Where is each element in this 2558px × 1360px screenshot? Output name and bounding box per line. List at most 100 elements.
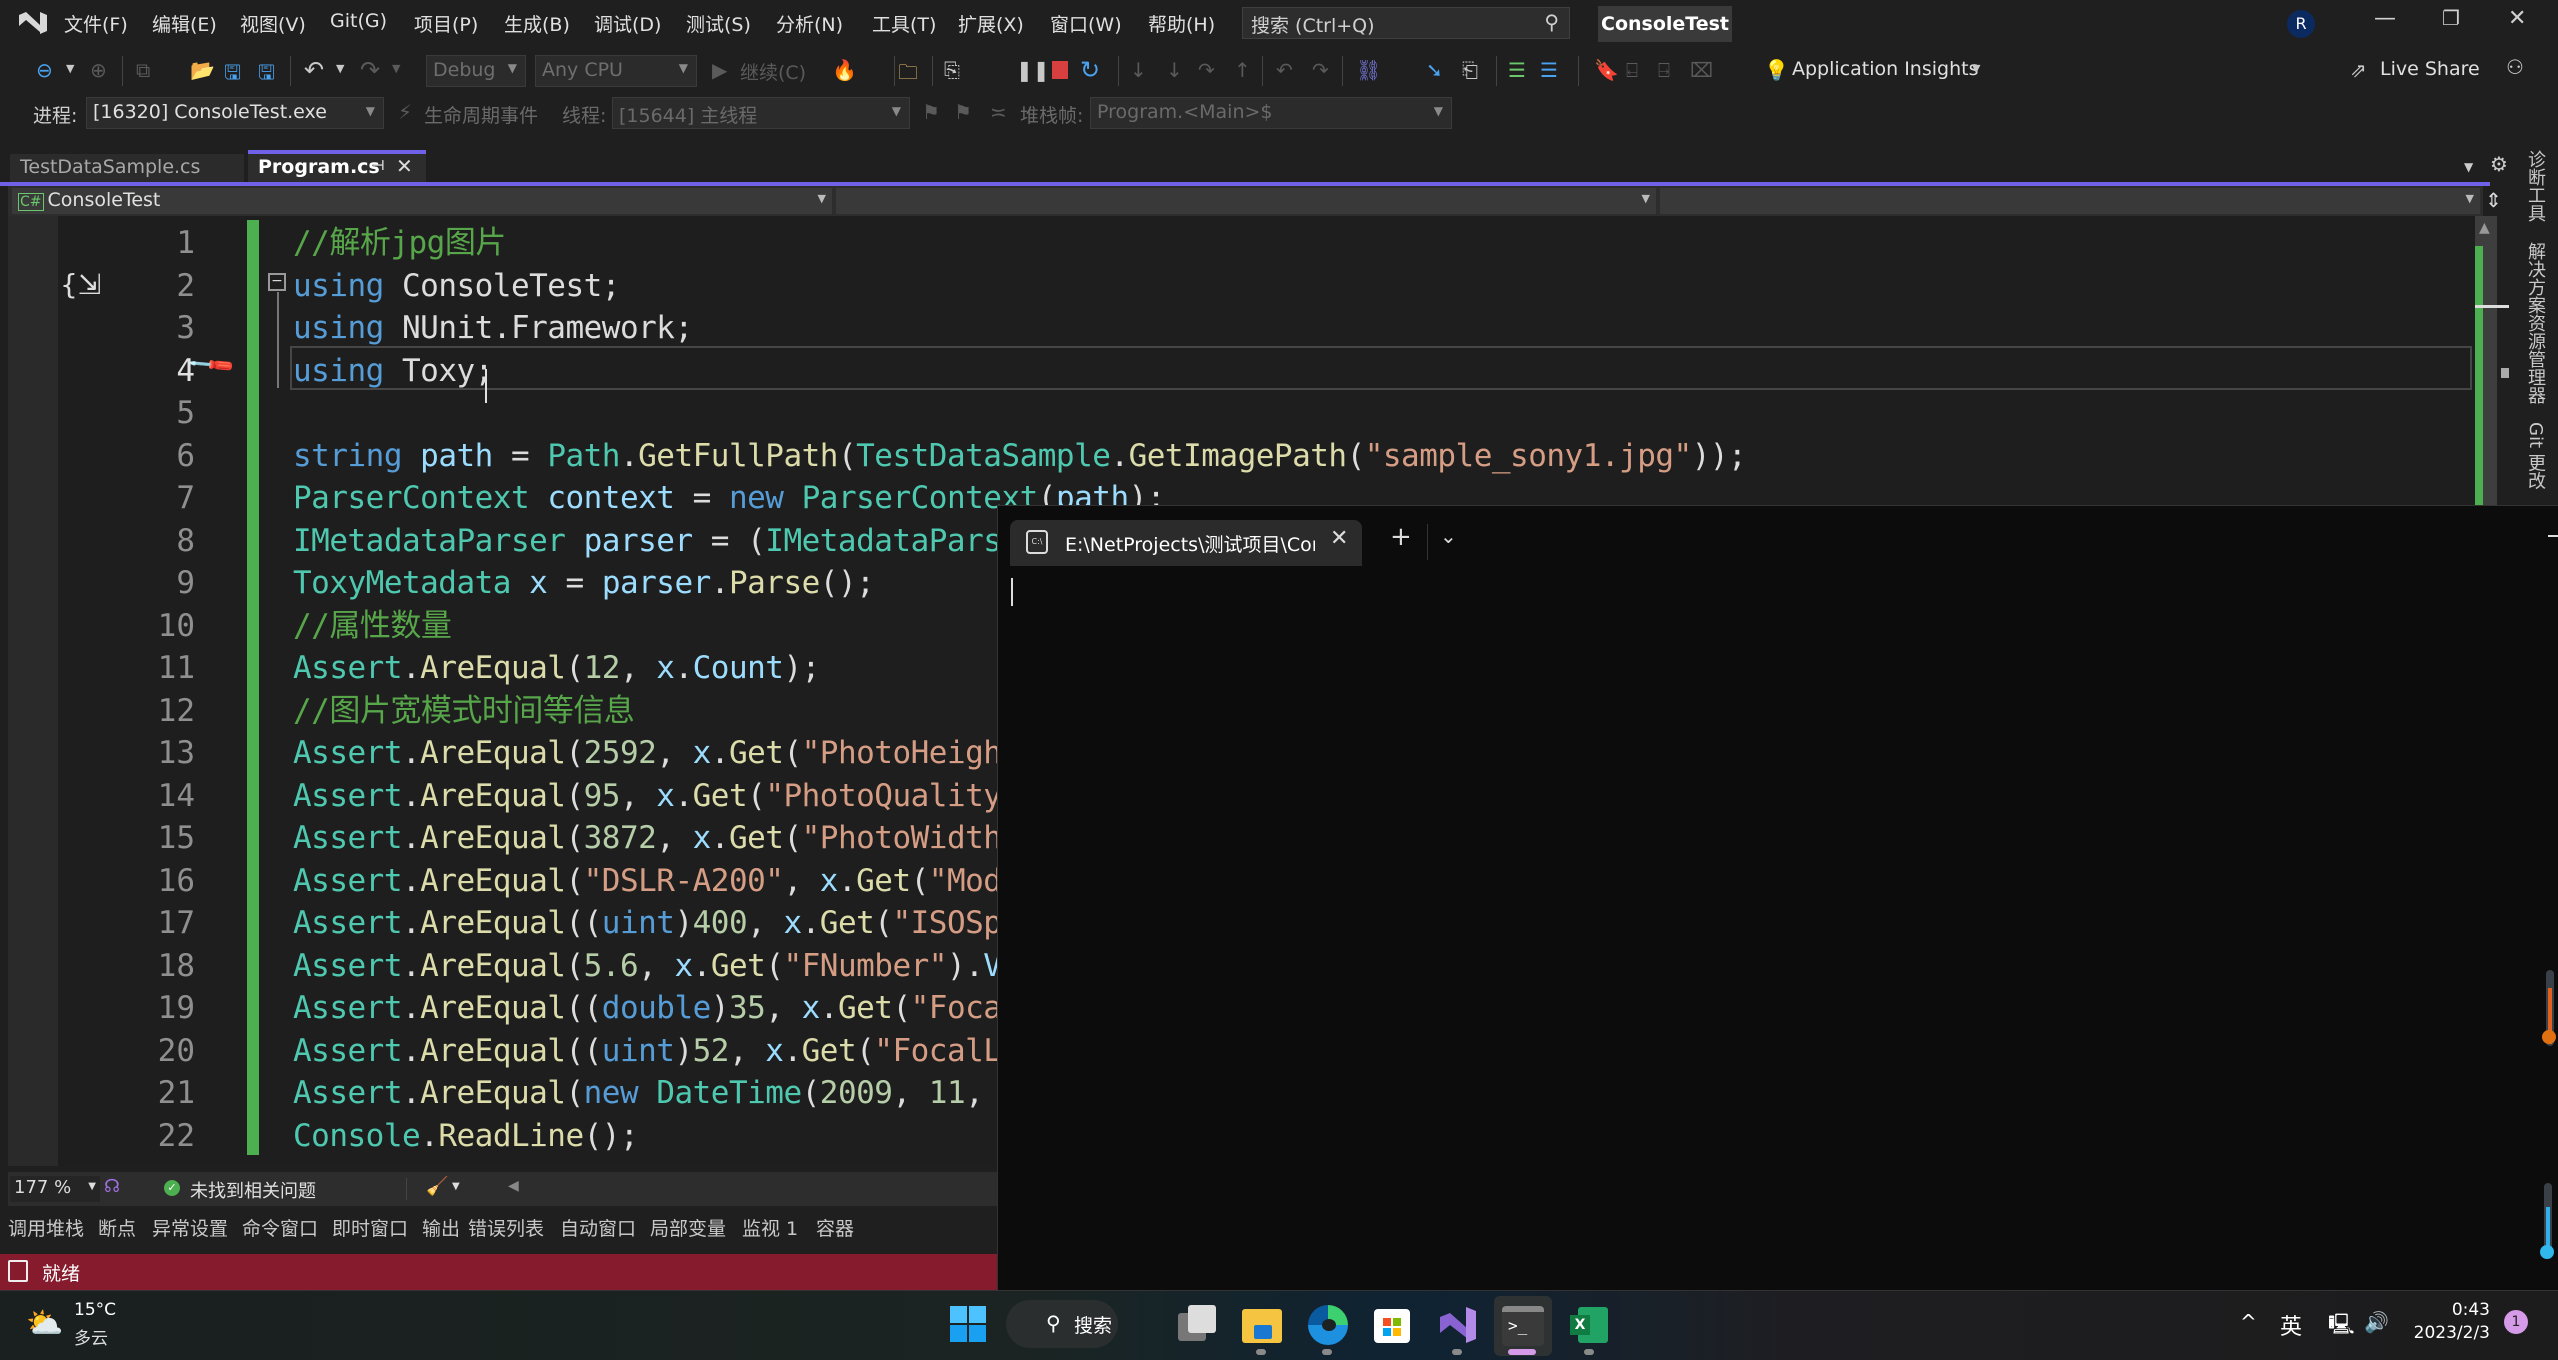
thread-dropdown[interactable]: [15644] 主线程 ▼: [612, 97, 910, 129]
zoom-dropdown[interactable]: 177 % ▼: [10, 1176, 100, 1202]
restore-button[interactable]: ❐: [2442, 6, 2460, 30]
menu-item[interactable]: 文件(F): [64, 10, 128, 37]
tool-window-tab[interactable]: 局部变量: [650, 1214, 726, 1241]
menu-item[interactable]: 生成(B): [504, 10, 570, 37]
menu-item[interactable]: 编辑(E): [152, 10, 217, 37]
exception-icon[interactable]: ⛓: [1356, 58, 1381, 82]
chevron-down-icon[interactable]: ▼: [1972, 62, 1980, 75]
code-line[interactable]: Assert.AreEqual((uint)52, x.Get("FocalLe…: [293, 1030, 1038, 1072]
feedback-icon[interactable]: ⚇: [2506, 55, 2524, 79]
issues-status[interactable]: 未找到相关问题: [190, 1177, 316, 1203]
side-tab-solution-explorer[interactable]: 解决方案资源管理器: [2522, 242, 2548, 404]
menu-item[interactable]: 分析(N): [776, 10, 843, 37]
step-over-icon[interactable]: ↓: [1166, 58, 1183, 82]
code-line[interactable]: using NUnit.Framework;: [293, 307, 693, 349]
pin-icon[interactable]: ⊣: [372, 158, 385, 174]
tool-window-tab[interactable]: 错误列表: [468, 1214, 544, 1241]
find-in-files-icon[interactable]: 🗀: [898, 58, 918, 92]
live-tree-icon[interactable]: ⎗: [1462, 58, 1478, 82]
close-button[interactable]: ✕: [2508, 6, 2526, 31]
new-project-icon[interactable]: ⧉: [136, 58, 150, 82]
prev-bookmark-icon[interactable]: ⍇: [1626, 58, 1638, 82]
undo-icon[interactable]: ↶: [304, 56, 324, 84]
menu-item[interactable]: 测试(S): [686, 10, 751, 37]
project-name-badge[interactable]: ConsoleTest: [1598, 6, 1732, 42]
stack-icon[interactable]: ≍: [990, 100, 1007, 124]
code-line[interactable]: IMetadataParser parser = (IMetadataParse…: [293, 520, 1038, 562]
menu-item[interactable]: 工具(T): [872, 10, 936, 37]
code-line[interactable]: Assert.AreEqual(2592, x.Get("PhotoHeight…: [293, 732, 1038, 774]
code-line[interactable]: Assert.AreEqual(5.6, x.Get("FNumber").Va…: [293, 945, 1038, 987]
application-insights-button[interactable]: Application Insights: [1792, 58, 1978, 80]
live-share-button[interactable]: Live Share: [2380, 58, 2480, 80]
menu-item[interactable]: Git(G): [330, 10, 387, 32]
config-dropdown[interactable]: Debug ▼: [426, 55, 526, 87]
process-dropdown[interactable]: [16320] ConsoleTest.exe ▼: [86, 97, 384, 129]
redo-icon[interactable]: ↷: [360, 56, 380, 84]
weather-icon[interactable]: ⛅: [26, 1306, 63, 1341]
side-tab-diagnostics[interactable]: 诊断工具: [2522, 150, 2548, 222]
redo-step-icon[interactable]: ↷: [1312, 58, 1329, 82]
show-hidden-icons-button[interactable]: ^: [2240, 1310, 2257, 1334]
flag-all-icon[interactable]: ⚑: [954, 100, 972, 124]
clear-bookmarks-icon[interactable]: ⌧: [1690, 58, 1713, 82]
ime-indicator[interactable]: 英: [2280, 1309, 2302, 1341]
platform-dropdown[interactable]: Any CPU ▼: [535, 55, 697, 87]
continue-button[interactable]: 继续(C): [740, 58, 806, 85]
chevron-down-icon[interactable]: ▼: [452, 1181, 460, 1192]
tool-window-tab[interactable]: 断点: [98, 1214, 136, 1241]
start-button[interactable]: [950, 1306, 986, 1342]
tool-window-tab[interactable]: 调用堆栈: [8, 1214, 84, 1241]
minimize-button[interactable]: —: [2374, 6, 2396, 31]
tab-program[interactable]: Program.cs ⊣ ✕: [248, 150, 426, 182]
play-icon[interactable]: ▶: [712, 58, 727, 82]
side-tab-git-changes[interactable]: Git 更改: [2522, 422, 2548, 490]
type-dropdown[interactable]: ▼: [836, 188, 1656, 214]
gear-icon[interactable]: ⚙: [2490, 152, 2508, 176]
chevron-down-icon[interactable]: ▼: [392, 62, 400, 75]
restart-icon[interactable]: ↻: [1080, 56, 1100, 84]
network-icon[interactable]: 🖳: [2328, 1310, 2355, 1344]
code-line[interactable]: //图片宽模式时间等信息: [293, 690, 635, 732]
menu-item[interactable]: 帮助(H): [1148, 10, 1215, 37]
search-box[interactable]: 搜索 (Ctrl+Q) ⚲: [1242, 7, 1570, 39]
step-into-icon[interactable]: ↓: [1130, 58, 1147, 82]
tool-window-tab[interactable]: 即时窗口: [332, 1214, 408, 1241]
code-line[interactable]: using ConsoleTest;: [293, 265, 620, 307]
scrollbar-thumb[interactable]: [2501, 368, 2509, 378]
scope-icon[interactable]: {⇲: [60, 268, 101, 301]
notification-badge[interactable]: 1: [2504, 1310, 2528, 1334]
tool-window-tab[interactable]: 自动窗口: [560, 1214, 636, 1241]
step-back-icon[interactable]: ↑: [1234, 58, 1251, 82]
tab-list-dropdown-icon[interactable]: ▼: [2464, 160, 2473, 174]
code-cleanup-icon[interactable]: 🧹: [426, 1176, 448, 1197]
code-line[interactable]: Assert.AreEqual("DSLR-A200", x.Get("Mode…: [293, 860, 1038, 902]
menu-item[interactable]: 窗口(W): [1050, 10, 1122, 37]
avatar[interactable]: R: [2287, 10, 2315, 38]
volume-icon[interactable]: 🔊: [2364, 1310, 2389, 1334]
menu-item[interactable]: 调试(D): [594, 10, 661, 37]
microsoft-store-icon[interactable]: [1370, 1303, 1414, 1347]
pause-icon[interactable]: ❚❚: [1016, 58, 1050, 82]
excel-icon[interactable]: X: [1568, 1303, 1612, 1347]
code-line[interactable]: string path = Path.GetFullPath(TestDataS…: [293, 435, 1747, 477]
open-file-icon[interactable]: 📂: [190, 58, 215, 82]
intellicode-icon[interactable]: ☊: [104, 1176, 120, 1197]
clock-date[interactable]: 2023/2/3: [2412, 1323, 2490, 1343]
project-dropdown[interactable]: C# ConsoleTest ▼: [12, 188, 832, 214]
terminal-minimize-button[interactable]: [2548, 535, 2558, 537]
code-line[interactable]: //属性数量: [293, 605, 452, 647]
terminal-window[interactable]: [997, 505, 2558, 1290]
close-tab-icon[interactable]: ✕: [396, 154, 413, 178]
show-next-statement-icon[interactable]: ⎘: [944, 58, 960, 82]
next-bookmark-icon[interactable]: ⍈: [1658, 58, 1670, 82]
tool-window-tab[interactable]: 监视 1: [742, 1214, 798, 1241]
code-line[interactable]: ToxyMetadata x = parser.Parse();: [293, 562, 875, 604]
chevron-down-icon[interactable]: ▼: [66, 62, 74, 75]
save-all-icon[interactable]: 🖫: [258, 58, 275, 92]
code-line[interactable]: Assert.AreEqual(3872, x.Get("PhotoWidth"…: [293, 817, 1038, 859]
code-line[interactable]: Assert.AreEqual(95, x.Get("PhotoQuality"…: [293, 775, 1038, 817]
tab-testdatasample[interactable]: TestDataSample.cs: [10, 154, 244, 182]
code-line[interactable]: Assert.AreEqual((double)35, x.Get("Focal…: [293, 987, 1038, 1029]
code-line[interactable]: Assert.AreEqual(new DateTime(2009, 11, 2…: [293, 1072, 1038, 1114]
